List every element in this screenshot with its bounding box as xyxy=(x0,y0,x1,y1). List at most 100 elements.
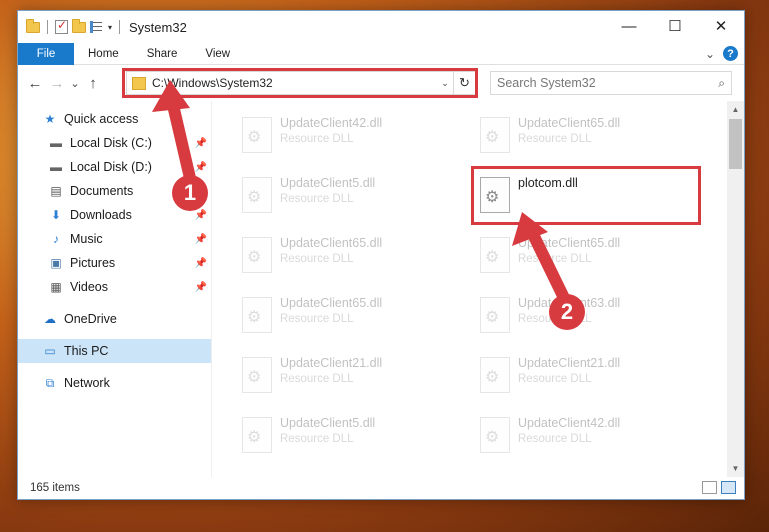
star-icon: ★ xyxy=(44,112,56,126)
help-icon[interactable]: ? xyxy=(723,46,738,61)
sidebar-item-label: Downloads xyxy=(70,208,132,222)
sidebar-item-videos[interactable]: ▦ Videos 📌 xyxy=(18,275,211,299)
file-name: UpdateClient65.dll xyxy=(518,116,621,130)
address-highlight-box xyxy=(122,68,478,98)
tab-view[interactable]: View xyxy=(191,48,244,60)
pin-icon[interactable]: 📌 xyxy=(195,162,207,173)
pin-icon[interactable]: 📌 xyxy=(195,138,207,149)
file-name: UpdateClient65.dll xyxy=(518,236,621,250)
sidebar-item-this-pc[interactable]: ▭ This PC xyxy=(18,339,211,363)
sidebar-item-onedrive[interactable]: ☁ OneDrive xyxy=(18,307,211,331)
file-name: UpdateClient21.dll xyxy=(280,356,383,370)
file-name: UpdateClient65.dll xyxy=(280,236,383,250)
vertical-scrollbar[interactable]: ▲ ▼ xyxy=(727,101,744,477)
dll-file-icon xyxy=(480,417,510,453)
search-input[interactable]: Search System32 xyxy=(497,76,718,90)
dll-file-icon xyxy=(242,357,272,393)
scroll-thumb[interactable] xyxy=(729,119,742,169)
scroll-up-icon[interactable]: ▲ xyxy=(727,101,744,118)
sidebar-item-network[interactable]: ⧉ Network xyxy=(18,371,211,395)
search-icon: ⌕ xyxy=(718,75,725,90)
sidebar-item-label: OneDrive xyxy=(64,312,117,326)
customize-icon[interactable] xyxy=(90,21,104,33)
search-box[interactable]: Search System32 ⌕ xyxy=(490,71,732,95)
file-name: UpdateClient5.dll xyxy=(280,176,376,190)
file-name: UpdateClient21.dll xyxy=(518,356,621,370)
list-item[interactable]: UpdateClient65.dll Resource DLL xyxy=(474,235,684,279)
file-name: UpdateClient65.dll xyxy=(280,296,383,310)
list-item[interactable]: UpdateClient65.dll Resource DLL xyxy=(474,115,684,159)
back-arrow-icon[interactable]: ← xyxy=(24,75,46,92)
window-controls: — ☐ ✕ xyxy=(606,11,744,41)
file-type: Resource DLL xyxy=(280,193,354,205)
download-icon: ⬇ xyxy=(50,208,62,222)
drive-icon: ▬ xyxy=(50,136,62,150)
list-item[interactable]: UpdateClient42.dll Resource DLL xyxy=(474,415,684,459)
pictures-icon: ▣ xyxy=(50,256,62,270)
tab-home[interactable]: Home xyxy=(74,48,133,60)
sidebar-item-label: Network xyxy=(64,376,110,390)
file-name: UpdateClient42.dll xyxy=(518,416,621,430)
expand-ribbon-icon[interactable]: ⌄ xyxy=(705,47,715,61)
pin-icon[interactable]: 📌 xyxy=(195,282,207,293)
close-button[interactable]: ✕ xyxy=(698,11,744,41)
list-item[interactable]: UpdateClient5.dll Resource DLL xyxy=(236,175,446,219)
scroll-down-icon[interactable]: ▼ xyxy=(727,460,744,477)
item-count: 165 items xyxy=(30,482,80,494)
list-item[interactable]: UpdateClient21.dll Resource DLL xyxy=(474,355,684,399)
list-item[interactable]: UpdateClient5.dll Resource DLL xyxy=(236,415,446,459)
list-item[interactable]: UpdateClient65.dll Resource DLL xyxy=(236,235,446,279)
sidebar-item-label: Quick access xyxy=(64,112,139,126)
ribbon-tabs: File Home Share View ⌄ ? xyxy=(18,42,744,65)
list-item[interactable]: UpdateClient65.dll Resource DLL xyxy=(236,295,446,339)
sidebar-item-local-disk-c[interactable]: ▬ Local Disk (C:) 📌 xyxy=(18,131,211,155)
dll-file-icon xyxy=(480,357,510,393)
tab-share[interactable]: Share xyxy=(133,48,192,60)
sidebar-item-pictures[interactable]: ▣ Pictures 📌 xyxy=(18,251,211,275)
sidebar-item-local-disk-d[interactable]: ▬ Local Disk (D:) 📌 xyxy=(18,155,211,179)
sidebar-item-music[interactable]: ♪ Music 📌 xyxy=(18,227,211,251)
details-view-icon[interactable] xyxy=(702,481,717,494)
sidebar-item-label: Videos xyxy=(70,280,108,294)
sidebar-item-label: Pictures xyxy=(70,256,116,270)
file-type: Resource DLL xyxy=(518,433,592,445)
pin-icon[interactable]: 📌 xyxy=(195,258,207,269)
recent-locations-icon[interactable]: ⌄ xyxy=(68,77,82,90)
dll-file-icon xyxy=(242,237,272,273)
file-type: Resource DLL xyxy=(280,433,354,445)
documents-icon: ▤ xyxy=(50,184,62,198)
tab-file[interactable]: File xyxy=(18,42,74,65)
folder-icon xyxy=(26,18,40,33)
file-type: Resource DLL xyxy=(280,373,354,385)
status-bar: 165 items xyxy=(18,477,744,499)
sidebar-item-label: Documents xyxy=(70,184,134,198)
step-badge-2: 2 xyxy=(549,294,585,330)
properties-check-icon[interactable] xyxy=(55,18,68,34)
minimize-button[interactable]: — xyxy=(606,11,652,41)
sidebar-item-quick-access[interactable]: ★ Quick access xyxy=(18,107,211,131)
videos-icon: ▦ xyxy=(50,280,62,294)
forward-arrow-icon[interactable]: → xyxy=(46,75,68,92)
list-item[interactable]: UpdateClient42.dll Resource DLL xyxy=(236,115,446,159)
sidebar-item-label: Local Disk (C:) xyxy=(70,136,152,150)
file-list: UpdateClient42.dll Resource DLL UpdateCli… xyxy=(212,101,744,477)
up-arrow-icon[interactable]: ↑ xyxy=(82,75,104,92)
file-type: Resource DLL xyxy=(518,253,592,265)
drive-icon: ▬ xyxy=(50,160,62,174)
file-name: UpdateClient5.dll xyxy=(280,416,376,430)
title-bar: ▾ System32 — ☐ ✕ xyxy=(18,11,744,43)
maximize-button[interactable]: ☐ xyxy=(652,11,698,41)
quick-access-toolbar: ▾ xyxy=(18,18,123,34)
pin-icon[interactable]: 📌 xyxy=(195,234,207,245)
list-item[interactable]: UpdateClient21.dll Resource DLL xyxy=(236,355,446,399)
sidebar-item-label: Music xyxy=(70,232,103,246)
divider xyxy=(47,20,48,34)
new-folder-icon[interactable] xyxy=(72,18,86,33)
dll-file-icon xyxy=(480,237,510,273)
tiles-view-icon[interactable] xyxy=(721,481,736,494)
main-area: ★ Quick access ▬ Local Disk (C:) 📌 ▬ Loc… xyxy=(18,101,744,477)
pin-icon[interactable]: 📌 xyxy=(195,210,207,221)
qat-dropdown-icon[interactable]: ▾ xyxy=(108,23,112,32)
